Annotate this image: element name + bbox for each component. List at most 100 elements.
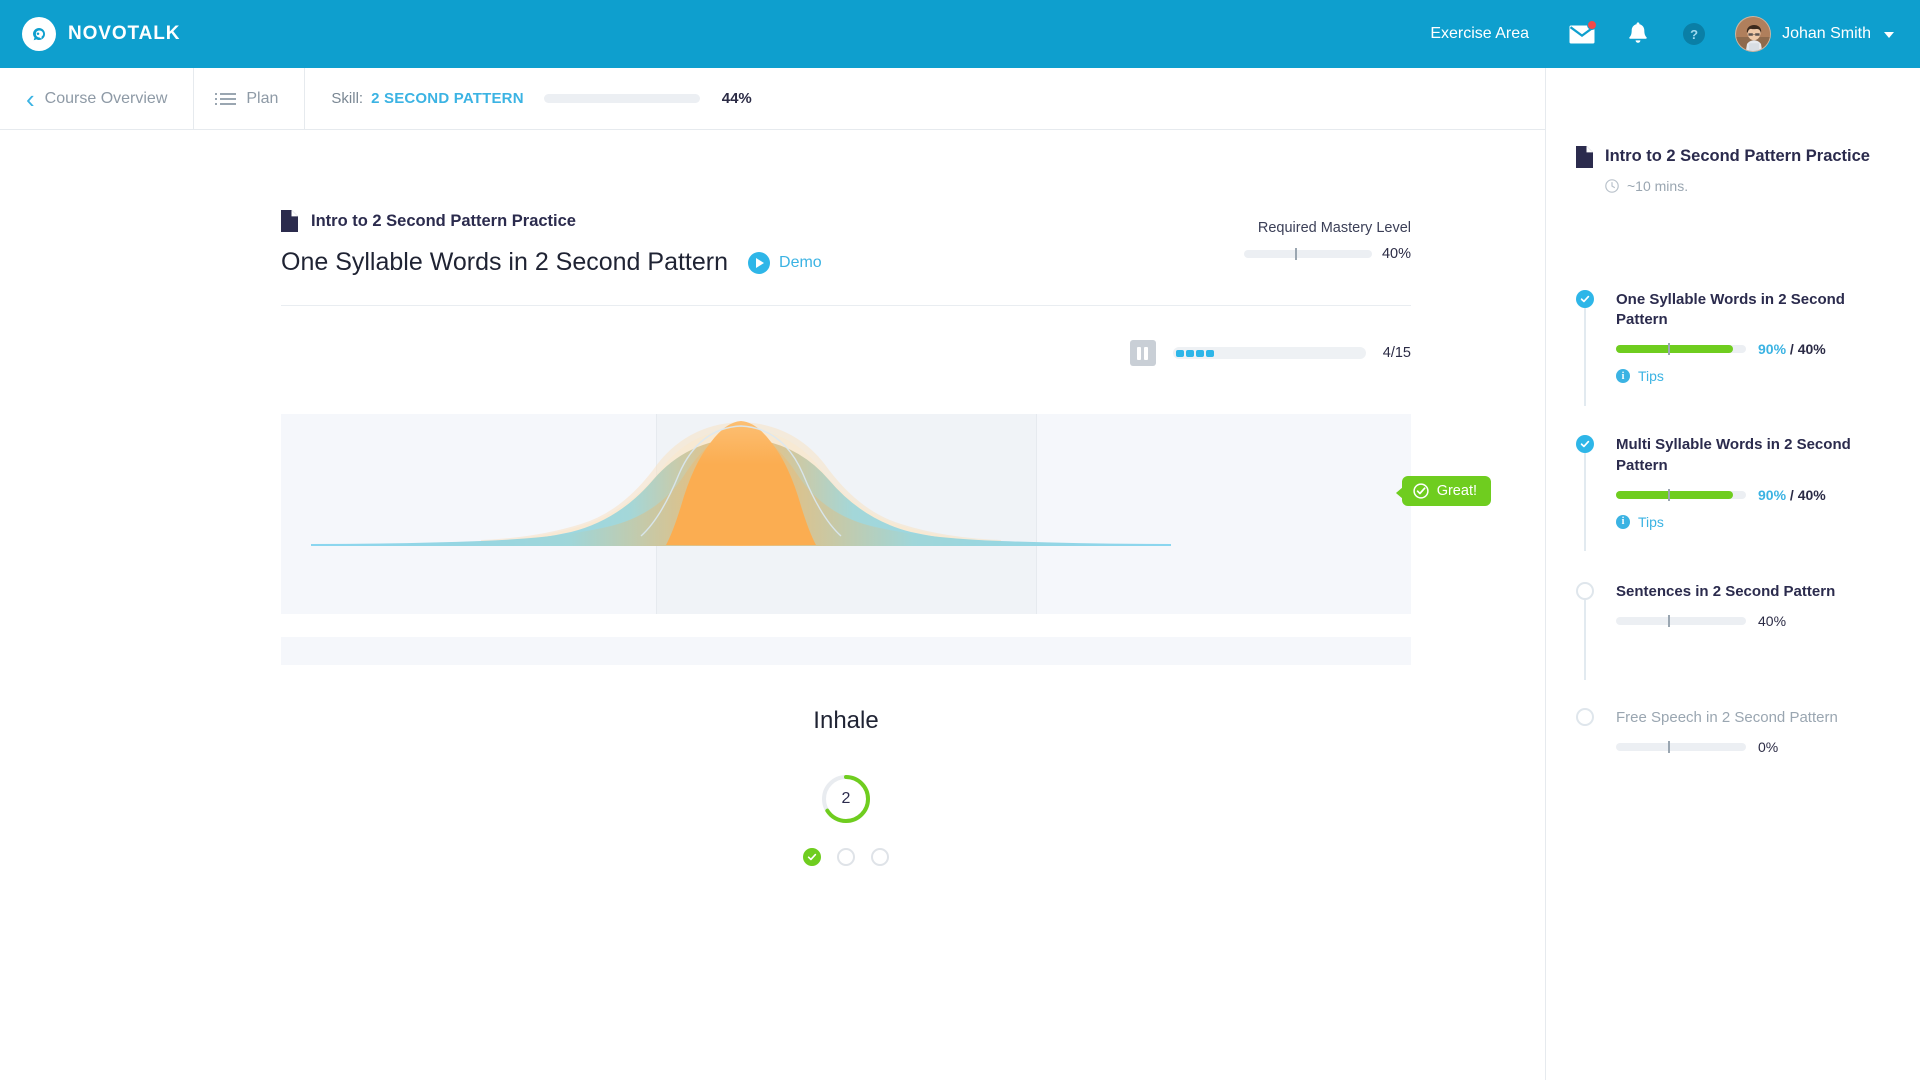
check-circle-icon (1413, 483, 1429, 499)
info-icon: i (1616, 369, 1630, 383)
sidebar-lesson-title: Intro to 2 Second Pattern Practice (1605, 146, 1890, 168)
tips-link[interactable]: i Tips (1616, 368, 1890, 384)
sub-navigation: ‹ Course Overview Plan Skill: 2 SECOND P… (0, 68, 1545, 130)
mail-unread-dot (1587, 20, 1597, 30)
breath-step-dots (281, 848, 1411, 866)
repetition-segment (1206, 350, 1214, 357)
mail-icon[interactable] (1567, 19, 1597, 49)
info-icon: i (1616, 515, 1630, 529)
empty-circle-icon (1576, 708, 1594, 726)
sidebar-task-name: Free Speech in 2 Second Pattern (1616, 708, 1890, 728)
exercise-area-label: Exercise Area (1430, 25, 1529, 43)
required-level-marker (1668, 343, 1670, 355)
sidebar-header: Intro to 2 Second Pattern Practice ~10 m… (1576, 146, 1890, 194)
avatar (1735, 16, 1771, 52)
brand-logo[interactable]: NOVOTALK (22, 17, 180, 51)
sidebar-task-progress-bar (1616, 491, 1746, 499)
breath-step-dot (803, 848, 821, 866)
skill-prefix-label: Skill: (331, 90, 363, 107)
repetition-progress-bar (1173, 347, 1366, 359)
breath-step-dot (837, 848, 855, 866)
sidebar-task-progress-bar (1616, 743, 1746, 751)
help-badge-glyph: ? (1683, 23, 1705, 45)
required-mastery-bar (1244, 250, 1372, 258)
required-mastery-percent: 40% (1382, 246, 1411, 262)
plan-label: Plan (246, 90, 278, 108)
course-overview-back-button[interactable]: ‹ Course Overview (0, 68, 194, 129)
sidebar-task-percent: 90% / 40% (1758, 487, 1826, 503)
plan-button[interactable]: Plan (194, 68, 305, 129)
exercise-title-row: One Syllable Words in 2 Second Pattern D… (281, 248, 1411, 277)
sidebar-task-progress-bar (1616, 617, 1746, 625)
user-name: Johan Smith (1782, 25, 1871, 43)
help-question-icon[interactable]: ? (1679, 19, 1709, 49)
repetition-segment (1186, 350, 1194, 357)
breath-countdown-ring: 2 (820, 773, 872, 825)
sidebar-task-progress-bar (1616, 345, 1746, 353)
bell-icon[interactable] (1623, 19, 1653, 49)
list-icon (220, 93, 236, 105)
breath-instruction: Inhale (281, 707, 1411, 735)
empty-circle-icon (1576, 582, 1594, 600)
tips-link[interactable]: i Tips (1616, 514, 1890, 530)
sidebar-task-name: Multi Syllable Words in 2 Second Pattern (1616, 435, 1890, 476)
breath-countdown-number: 2 (820, 773, 872, 825)
sidebar-task-item[interactable]: Free Speech in 2 Second Pattern 0% (1576, 708, 1890, 772)
sidebar-task-item[interactable]: Multi Syllable Words in 2 Second Pattern… (1576, 435, 1890, 530)
sidebar-task-list: One Syllable Words in 2 Second Pattern 90… (1576, 290, 1890, 772)
sidebar-task-name: Sentences in 2 Second Pattern (1616, 582, 1890, 602)
sidebar-task-percent: 40% (1758, 613, 1786, 629)
waveform-curves (281, 414, 1411, 614)
repetition-segment (1176, 350, 1184, 357)
skill-progress-percent: 44% (722, 90, 752, 107)
repetition-player: 4/15 (281, 340, 1411, 366)
waveform-footer-strip (281, 637, 1411, 665)
sidebar-task-progress: 0% (1616, 739, 1890, 755)
brand-name: NOVOTALK (68, 23, 180, 45)
course-overview-label: Course Overview (45, 90, 168, 108)
user-menu[interactable]: Johan Smith (1735, 16, 1894, 52)
progress-fill (1616, 491, 1733, 499)
chevron-down-icon (1884, 32, 1894, 38)
sidebar-task-progress: 90% / 40% (1616, 341, 1890, 357)
task-rail (1584, 453, 1586, 551)
task-rail (1584, 308, 1586, 406)
required-level-marker (1668, 615, 1670, 627)
tips-label: Tips (1638, 514, 1664, 530)
exercise-title: One Syllable Words in 2 Second Pattern (281, 248, 728, 277)
novotalk-head-logo-icon (22, 17, 56, 51)
check-icon (807, 852, 817, 862)
sidebar-task-percent: 90% / 40% (1758, 341, 1826, 357)
repetition-count: 4/15 (1383, 345, 1411, 361)
sidebar-task-name: One Syllable Words in 2 Second Pattern (1616, 290, 1890, 331)
lesson-sidebar: Intro to 2 Second Pattern Practice ~10 m… (1545, 68, 1920, 1080)
skill-progress-group: Skill: 2 SECOND PATTERN 44% (305, 68, 777, 129)
skill-progress-bar (544, 94, 700, 103)
exercise-header: Intro to 2 Second Pattern Practice One S… (281, 130, 1411, 277)
required-level-marker (1668, 741, 1670, 753)
demo-label: Demo (779, 254, 822, 272)
breath-step-dot (871, 848, 889, 866)
check-circle-icon (1576, 435, 1594, 453)
demo-button[interactable]: Demo (748, 252, 822, 274)
document-icon (281, 210, 298, 232)
main-column: ‹ Course Overview Plan Skill: 2 SECOND P… (0, 68, 1545, 1080)
tips-label: Tips (1638, 368, 1664, 384)
clock-icon (1605, 179, 1619, 193)
check-circle-icon (1576, 290, 1594, 308)
breathing-waveform: Great! (281, 414, 1411, 614)
document-icon (1576, 146, 1593, 168)
header-divider (281, 305, 1411, 306)
pause-icon[interactable] (1130, 340, 1156, 366)
sidebar-task-progress: 40% (1616, 613, 1890, 629)
sidebar-task-item[interactable]: One Syllable Words in 2 Second Pattern 90… (1576, 290, 1890, 385)
page-body: ‹ Course Overview Plan Skill: 2 SECOND P… (0, 68, 1920, 1080)
progress-fill (1616, 345, 1733, 353)
sidebar-duration: ~10 mins. (1605, 178, 1890, 194)
sidebar-task-item[interactable]: Sentences in 2 Second Pattern 40% (1576, 582, 1890, 646)
app-header: NOVOTALK Exercise Area ? (0, 0, 1920, 68)
required-level-marker (1668, 489, 1670, 501)
skill-name: 2 SECOND PATTERN (371, 90, 524, 107)
sidebar-task-percent: 0% (1758, 739, 1778, 755)
sidebar-task-progress: 90% / 40% (1616, 487, 1890, 503)
